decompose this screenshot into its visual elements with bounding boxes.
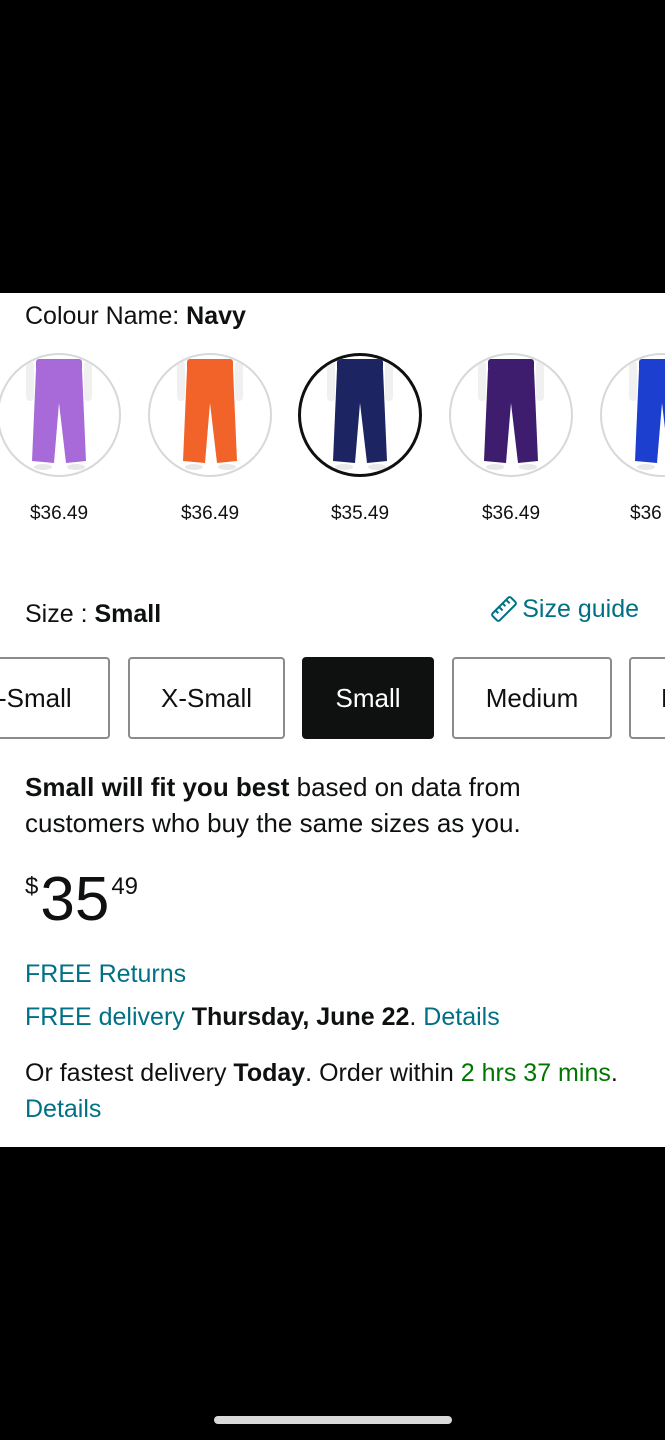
swatch-price: $35.49 (330, 503, 390, 524)
swatch-image (148, 353, 272, 477)
swatch-purple[interactable]: $36.49 (449, 353, 573, 525)
colour-name-row: Colour Name: Navy (25, 301, 246, 331)
size-option-label: -Small (0, 682, 72, 713)
swatch-image (449, 353, 573, 477)
size-option-label: L (661, 683, 665, 714)
size-option-label: Small (335, 682, 401, 713)
free-returns-link[interactable]: FREE Returns (25, 959, 186, 989)
free-delivery-link[interactable]: FREE delivery (25, 1003, 185, 1031)
size-row: Size : Small (25, 599, 161, 629)
size-option-x-small[interactable]: X-Small (128, 657, 285, 739)
swatch-image (0, 353, 121, 477)
fastest-prefix: Or fastest delivery (25, 1059, 234, 1087)
swatch-price: $36.49 (180, 503, 240, 524)
size-guide-link[interactable]: Size guide (490, 593, 639, 625)
size-option-small[interactable]: Small (302, 657, 434, 739)
fastest-middle: . Order within (305, 1059, 461, 1087)
swatch-lavender[interactable]: $36.49 (0, 353, 121, 525)
swatch-price: $36.49 (29, 503, 89, 524)
price-fraction: 49 (111, 873, 139, 900)
swatch-royal-blue[interactable]: $36 (600, 353, 665, 525)
size-option-medium[interactable]: Medium (452, 657, 612, 739)
swatch-image (600, 353, 665, 477)
size-option-label: X-Small (160, 682, 252, 713)
size-option-large[interactable]: L (629, 657, 665, 739)
fastest-when: Today (233, 1059, 306, 1087)
price: $ 35 49 (25, 869, 138, 939)
fastest-details-link[interactable]: Details (25, 1095, 101, 1123)
delivery-date: Thursday, June 22 (191, 1003, 410, 1031)
order-countdown: 2 hrs 37 mins (460, 1059, 611, 1087)
home-indicator[interactable] (214, 1416, 452, 1424)
size-option-label: Medium (485, 682, 579, 713)
product-options-sheet: Colour Name: Navy $36.49 $36.49 $35.49 $… (0, 293, 665, 1147)
size-value: Small (94, 600, 162, 628)
fit-recommendation-bold: Small will fit you best (25, 772, 290, 802)
delivery-period: . (409, 1003, 417, 1031)
swatch-price: $36 (630, 503, 662, 524)
fastest-delivery-info: Or fastest delivery Today. Order within … (25, 1055, 645, 1127)
colour-name-value: Navy (186, 302, 246, 330)
price-currency-symbol: $ (25, 873, 39, 900)
swatch-navy[interactable]: $35.49 (298, 353, 422, 525)
size-guide-label: Size guide (522, 595, 639, 623)
swatch-orange[interactable]: $36.49 (148, 353, 272, 525)
ruler-icon (491, 596, 518, 622)
fastest-period: . (610, 1059, 618, 1087)
swatch-price: $36.49 (481, 503, 541, 524)
price-whole: 35 (40, 865, 110, 934)
size-options: -Small X-Small Small Medium L (0, 657, 665, 741)
colour-name-label: Colour Name: (25, 302, 187, 330)
size-label: Size : (25, 600, 95, 628)
delivery-details-link[interactable]: Details (423, 1003, 499, 1031)
size-option-xx-small[interactable]: -Small (0, 657, 110, 739)
swatch-image (298, 353, 422, 477)
colour-swatches: $36.49 $36.49 $35.49 $36.49 $36 (0, 353, 665, 533)
delivery-info: FREE delivery Thursday, June 22. Details (25, 1002, 500, 1032)
fit-recommendation: Small will fit you best based on data fr… (25, 769, 625, 841)
